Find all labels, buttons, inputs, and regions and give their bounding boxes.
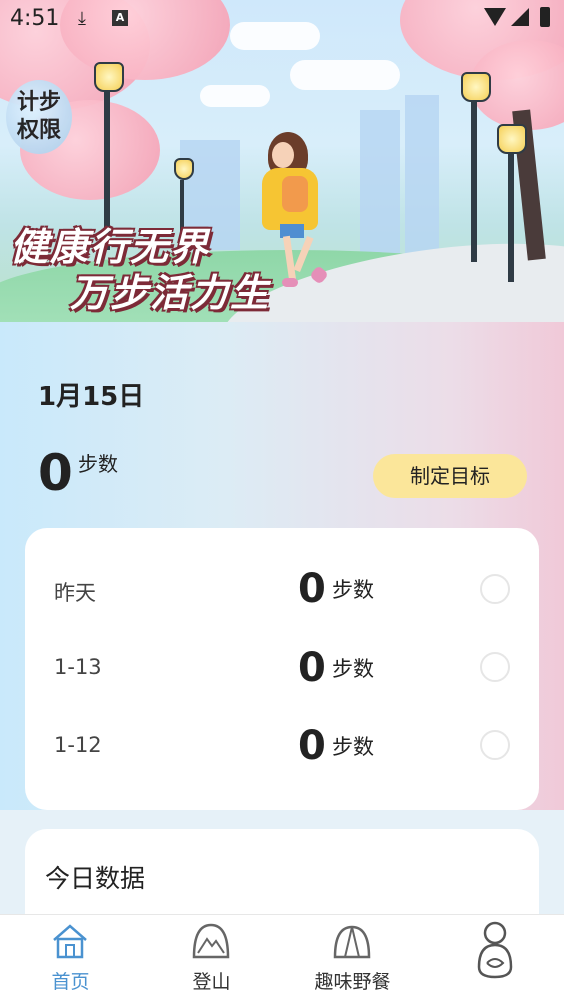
- history-steps: 0: [298, 645, 326, 691]
- history-date: 昨天: [54, 581, 96, 605]
- step-permission-button[interactable]: 计步 权限: [6, 80, 72, 154]
- download-icon: ⤓: [78, 8, 86, 29]
- history-check-circle[interactable]: [480, 574, 510, 604]
- status-bar: 4:51 ⤓ A: [0, 0, 564, 40]
- today-date: 1月15日: [38, 382, 145, 412]
- history-card: 昨天 0 步数 1-13 0 步数 1-12 0 步数: [25, 528, 539, 810]
- history-check-circle[interactable]: [480, 652, 510, 682]
- nav-label-home: 首页: [51, 971, 90, 993]
- cloud: [200, 85, 270, 107]
- signal-icon: [511, 8, 529, 26]
- today-data-title: 今日数据: [45, 864, 146, 893]
- history-steps-unit: 步数: [332, 578, 374, 602]
- badge-line-1: 计步: [16, 90, 61, 115]
- nav-item-home[interactable]: 首页: [0, 915, 141, 1005]
- lamp-light: [461, 72, 491, 102]
- history-steps: 0: [298, 723, 326, 769]
- wifi-icon: [484, 8, 506, 26]
- nav-item-profile[interactable]: [423, 915, 564, 1005]
- history-steps-unit: 步数: [332, 657, 374, 681]
- history-date: 1-12: [54, 733, 102, 757]
- badge-line-2: 权限: [16, 118, 61, 143]
- today-steps-unit: 步数: [78, 452, 118, 476]
- slogan-line-2: 万步活力生: [70, 271, 271, 315]
- history-steps-unit: 步数: [332, 735, 374, 759]
- history-check-circle[interactable]: [480, 730, 510, 760]
- nav-label-picnic: 趣味野餐: [314, 971, 391, 993]
- set-goal-button[interactable]: 制定目标: [373, 454, 527, 498]
- bottom-nav: 首页 登山 趣味野餐: [0, 914, 564, 1005]
- nav-item-mountain[interactable]: 登山: [141, 915, 282, 1005]
- lamp-post: [471, 100, 477, 262]
- home-icon: [53, 924, 87, 959]
- a-notification-icon: A: [112, 10, 128, 26]
- banner[interactable]: 健康行无界 万步活力生: [0, 0, 564, 322]
- battery-icon: [540, 7, 550, 27]
- lamp-post: [508, 152, 514, 282]
- nav-label-mountain: 登山: [192, 971, 231, 993]
- today-steps: 0: [38, 444, 73, 502]
- status-time: 4:51: [10, 6, 60, 31]
- tent-icon: [333, 925, 371, 959]
- lamp-light: [497, 124, 527, 154]
- profile-icon: [477, 921, 513, 979]
- nav-item-picnic[interactable]: 趣味野餐: [282, 915, 423, 1005]
- history-date: 1-13: [54, 655, 102, 679]
- lamp-light: [94, 62, 124, 92]
- history-steps: 0: [298, 566, 326, 612]
- lamp-light: [174, 158, 194, 180]
- building: [360, 110, 400, 260]
- cloud: [290, 60, 400, 90]
- mountain-icon: [192, 923, 230, 959]
- building: [405, 95, 439, 260]
